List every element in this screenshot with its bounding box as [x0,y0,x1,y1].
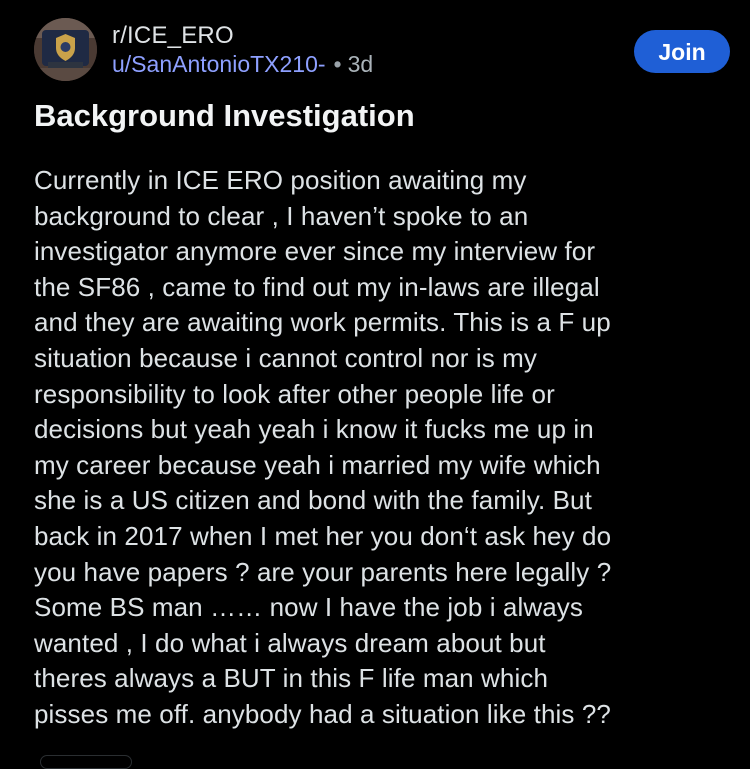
post-meta: u/SanAntonioTX210- • 3d [112,51,373,78]
body-line: theres always a BUT in this F life man w… [34,663,549,694]
body-line: Some BS man …… now I have the job i alwa… [34,592,584,623]
body-line: my career because yeah i married my wife… [34,449,601,480]
post-title: Background Investigation [34,98,415,133]
body-line: responsibility to look after other peopl… [34,378,555,409]
body-line: wanted , I do what i always dream about … [34,627,546,658]
join-button[interactable]: Join [634,30,730,73]
author-username[interactable]: u/SanAntonioTX210- [112,51,326,77]
body-line: Currently in ICE ERO position awaiting m… [34,165,527,195]
post-header: r/ICE_ERO u/SanAntonioTX210- • 3d Join [34,18,730,82]
subreddit-name[interactable]: r/ICE_ERO [112,22,234,50]
action-bar-edge [40,755,132,769]
post-body: Currently in ICE ERO position awaiting m… [34,163,734,733]
body-line: pisses me off. anybody had a situation l… [34,698,611,729]
body-line: situation because i cannot control nor i… [34,342,537,373]
body-line: you have papers ? are your parents here … [34,556,612,587]
body-line: back in 2017 when I met her you don‘t as… [34,520,612,551]
body-line: investigator anymore ever since my inter… [34,236,596,267]
badge-icon [34,18,97,81]
body-line: the SF86 , came to find out my in-laws a… [34,271,600,302]
body-line: she is a US citizen and bond with the fa… [34,485,592,516]
subreddit-avatar[interactable] [34,18,97,81]
body-line: decisions but yeah yeah i know it fucks … [34,414,594,445]
post-age: 3d [347,51,374,77]
meta-separator: • [333,51,342,77]
body-line: and they are awaiting work permits. This… [34,307,611,338]
body-line: background to clear , I haven’t spoke to… [34,200,529,231]
